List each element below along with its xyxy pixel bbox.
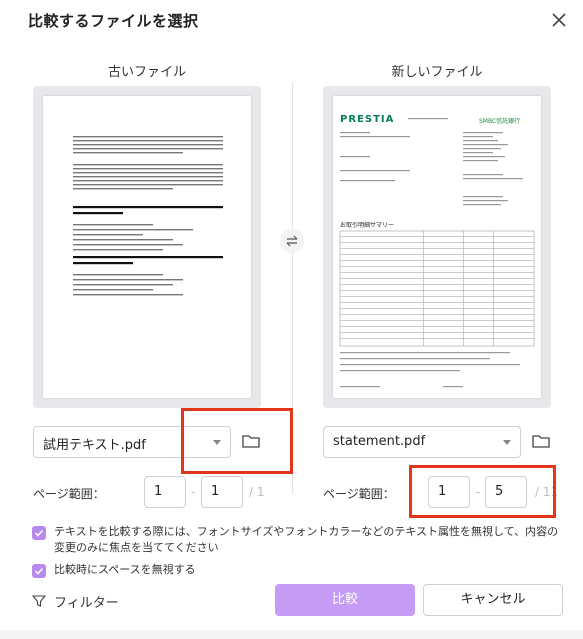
chevron-down-icon (503, 440, 511, 445)
old-total-pages: / 1 (249, 485, 265, 499)
new-range-dash: - (476, 485, 481, 499)
old-file-name: 試用テキスト.pdf (43, 438, 146, 453)
old-file-select[interactable]: 試用テキスト.pdf (33, 426, 231, 458)
background-edge (0, 630, 583, 639)
old-file-label: 古いファイル (107, 65, 186, 80)
ignore-format-option: テキストを比較する際には、フォントサイズやフォントカラーなどのテキスト属性を無視… (32, 525, 562, 560)
new-page-range-label: ページ範囲： (323, 487, 395, 501)
dialog-title: 比較するファイルを選択 (28, 12, 199, 30)
new-file-select[interactable]: statement.pdf (323, 426, 521, 458)
new-file-label: 新しいファイル (391, 65, 483, 80)
new-file-name: statement.pdf (333, 434, 426, 449)
compare-dialog: 比較するファイルを選択 古いファイル 新しいファイル PRESTIA SMBC信… (0, 0, 583, 639)
compare-button[interactable]: 比較 (275, 584, 415, 616)
dialog-header: 比較するファイルを選択 (0, 0, 583, 40)
old-page-thumbnail (43, 96, 251, 398)
old-file-folder-button[interactable] (240, 430, 262, 452)
old-range-to-input[interactable]: 1 (201, 476, 243, 508)
close-button[interactable] (547, 8, 571, 32)
new-total-pages: / 11 (535, 485, 559, 499)
old-page-range-label: ページ範囲： (33, 487, 105, 501)
old-range-dash: - (191, 485, 196, 499)
ignore-spaces-checkbox[interactable] (32, 564, 46, 578)
swap-files-button[interactable] (280, 229, 304, 253)
folder-icon (532, 435, 550, 448)
ignore-spaces-option: 比較時にスペースを無視する (32, 563, 332, 580)
ignore-format-text: テキストを比較する際には、フォントサイズやフォントカラーなどのテキスト属性を無視… (54, 525, 559, 554)
close-icon (552, 13, 566, 27)
old-file-preview (33, 86, 261, 408)
filter-label: フィルター (54, 596, 119, 611)
new-range-to-input[interactable]: 5 (485, 476, 527, 508)
cancel-button[interactable]: キャンセル (423, 584, 563, 616)
chevron-down-icon (213, 440, 221, 445)
swap-icon (286, 235, 298, 247)
statement-lines (339, 118, 535, 388)
summary-heading: お取引明細サマリー (340, 222, 395, 229)
column-divider (292, 82, 293, 494)
ignore-spaces-text: 比較時にスペースを無視する (54, 563, 196, 576)
old-range-from-input[interactable]: 1 (144, 476, 186, 508)
new-page-thumbnail: PRESTIA SMBC信託銀行 お取引明細サマリー (333, 96, 541, 398)
check-icon (34, 529, 44, 537)
old-page-text-lines (73, 136, 223, 296)
ignore-format-checkbox[interactable] (32, 526, 46, 540)
folder-icon (242, 435, 260, 448)
new-range-from-input[interactable]: 1 (428, 476, 470, 508)
new-file-folder-button[interactable] (530, 430, 552, 452)
filter-icon (32, 595, 46, 607)
check-icon (34, 567, 44, 575)
new-file-preview: PRESTIA SMBC信託銀行 お取引明細サマリー (323, 86, 551, 408)
